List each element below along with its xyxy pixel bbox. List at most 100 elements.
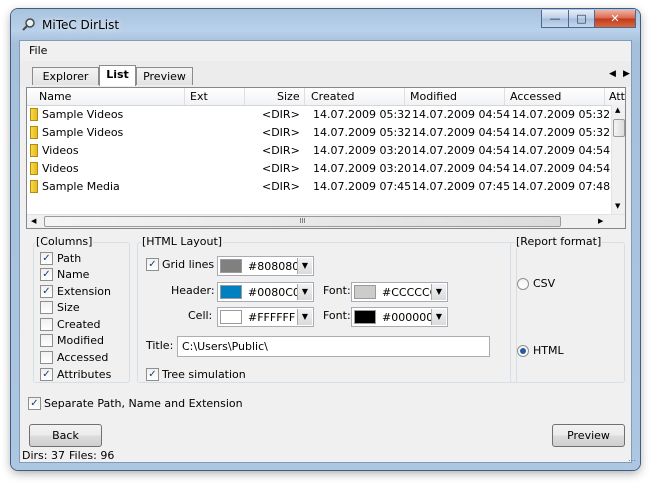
tab-list[interactable]: List — [99, 65, 136, 86]
horizontal-scrollbar[interactable]: ◀ III ▶ — [27, 214, 625, 228]
color-value: #FFFFFF — [248, 311, 296, 324]
file-list[interactable]: Name Ext Size Created Modified Accessed … — [26, 87, 626, 229]
scroll-right-icon[interactable]: ▶ — [598, 217, 603, 225]
cell-font-label: Font: — [323, 309, 351, 322]
row-accessed: 14.07.2009 05:32 — [512, 108, 611, 121]
checkbox[interactable]: ✓ — [40, 368, 53, 381]
checkbox[interactable]: ✓ — [40, 285, 53, 298]
header-font-color-select[interactable]: #CCCCCC ▼ — [351, 282, 448, 302]
checkbox-label: Accessed — [57, 351, 109, 364]
tab-explorer[interactable]: Explorer — [32, 67, 99, 85]
list-row[interactable]: Videos <DIR> 14.07.2009 03:20 14.07.2009… — [27, 142, 611, 160]
column-divider[interactable] — [304, 88, 305, 105]
menu-file[interactable]: File — [29, 44, 47, 57]
header-label: Header: — [171, 284, 215, 297]
cell-label: Cell: — [188, 309, 213, 322]
scroll-down-icon[interactable]: ▼ — [615, 202, 620, 210]
list-row[interactable]: Videos <DIR> 14.07.2009 03:20 14.07.2009… — [27, 160, 611, 178]
column-divider[interactable] — [604, 88, 605, 105]
row-size: <DIR> — [262, 126, 300, 139]
tab-scroll-right-icon[interactable]: ▶ — [623, 69, 630, 79]
list-header: Name Ext Size Created Modified Accessed … — [27, 88, 625, 106]
maximize-icon: □ — [576, 12, 587, 25]
chevron-down-icon[interactable]: ▼ — [431, 309, 446, 325]
header-color-select[interactable]: #0080C0 ▼ — [217, 282, 314, 302]
cell-font-color-select[interactable]: #000000 ▼ — [351, 307, 448, 327]
column-header-name[interactable]: Name — [39, 90, 71, 103]
maximize-button[interactable]: □ — [568, 10, 595, 28]
title-label: Title: — [146, 339, 174, 352]
color-swatch — [354, 310, 376, 324]
separate-path-label: Separate Path, Name and Extension — [44, 397, 243, 410]
grid-lines-color-select[interactable]: #808080 ▼ — [217, 256, 314, 276]
html-radio-label: HTML — [533, 344, 564, 357]
grid-lines-checkbox[interactable]: ✓ — [146, 258, 159, 271]
list-row[interactable]: Sample Media <DIR> 14.07.2009 07:45 14.0… — [27, 178, 611, 196]
separate-path-checkbox[interactable]: ✓ — [28, 397, 41, 410]
row-name: Sample Videos — [42, 126, 124, 139]
folder-icon — [30, 144, 38, 157]
checkbox[interactable]: ✓ — [40, 268, 53, 281]
preview-button[interactable]: Preview — [552, 424, 625, 447]
minimize-icon: — — [549, 12, 561, 25]
magnifier-app-icon — [22, 18, 35, 31]
scroll-up-icon[interactable]: ▲ — [615, 106, 620, 114]
tab-scroll-left-icon[interactable]: ◀ — [609, 69, 616, 79]
vertical-scrollbar[interactable]: ▲ ▼ — [611, 105, 625, 214]
tab-preview[interactable]: Preview — [136, 67, 193, 85]
column-header-created[interactable]: Created — [311, 90, 355, 103]
row-accessed: 14.07.2009 05:32 — [512, 126, 611, 139]
row-created: 14.07.2009 07:45 — [313, 180, 412, 193]
horizontal-scroll-thumb[interactable]: III — [44, 216, 561, 227]
checkbox-label: Attributes — [57, 368, 112, 381]
folder-icon — [30, 180, 38, 193]
row-modified: 14.07.2009 07:45 — [412, 180, 511, 193]
row-size: <DIR> — [262, 180, 300, 193]
row-modified: 14.07.2009 04:54 — [412, 144, 511, 157]
checkbox[interactable] — [40, 334, 53, 347]
checkbox-label: Extension — [57, 285, 112, 298]
list-row[interactable]: Sample Videos <DIR> 14.07.2009 05:32 14.… — [27, 124, 611, 142]
column-divider[interactable] — [404, 88, 405, 105]
folder-icon — [30, 162, 38, 175]
html-radio[interactable] — [517, 345, 529, 357]
row-created: 14.07.2009 05:32 — [313, 108, 412, 121]
html-layout-group-label: [HTML Layout] — [141, 235, 224, 248]
close-button[interactable]: ✕ — [594, 10, 636, 28]
checkbox-label: Size — [57, 301, 80, 314]
chevron-down-icon[interactable]: ▼ — [297, 258, 312, 274]
vertical-scroll-thumb[interactable] — [613, 119, 625, 137]
row-created: 14.07.2009 03:20 — [313, 144, 412, 157]
back-button[interactable]: Back — [29, 424, 102, 447]
checkbox[interactable]: ✓ — [40, 252, 53, 265]
checkbox[interactable] — [40, 351, 53, 364]
minimize-button[interactable]: — — [541, 10, 569, 28]
color-value: #0080C0 — [248, 286, 300, 299]
column-header-size[interactable]: Size — [277, 90, 300, 103]
column-divider[interactable] — [244, 88, 245, 105]
color-value: #000000 — [382, 311, 434, 324]
column-divider[interactable] — [504, 88, 505, 105]
list-row[interactable]: Sample Videos <DIR> 14.07.2009 05:32 14.… — [27, 106, 611, 124]
row-modified: 14.07.2009 04:54 — [412, 162, 511, 175]
chevron-down-icon[interactable]: ▼ — [431, 284, 446, 300]
chevron-down-icon[interactable]: ▼ — [297, 284, 312, 300]
column-header-modified[interactable]: Modified — [410, 90, 457, 103]
csv-radio[interactable] — [517, 278, 529, 290]
checkbox[interactable] — [40, 301, 53, 314]
column-header-accessed[interactable]: Accessed — [510, 90, 561, 103]
column-divider[interactable] — [184, 88, 185, 105]
tab-strip: Explorer List Preview ◀ ▶ — [20, 61, 631, 87]
title-input[interactable]: C:\Users\Public\ — [177, 336, 490, 357]
scroll-left-icon[interactable]: ◀ — [31, 217, 36, 225]
chevron-down-icon[interactable]: ▼ — [297, 309, 312, 325]
column-header-attributes[interactable]: Attri — [609, 90, 625, 103]
row-created: 14.07.2009 03:20 — [313, 162, 412, 175]
column-header-ext[interactable]: Ext — [190, 90, 208, 103]
tree-simulation-checkbox[interactable]: ✓ — [146, 368, 159, 381]
row-created: 14.07.2009 05:32 — [313, 126, 412, 139]
resize-grip-icon[interactable]: ⋯ — [628, 456, 636, 465]
checkbox[interactable] — [40, 318, 53, 331]
row-modified: 14.07.2009 04:54 — [412, 126, 511, 139]
cell-color-select[interactable]: #FFFFFF ▼ — [217, 307, 314, 327]
